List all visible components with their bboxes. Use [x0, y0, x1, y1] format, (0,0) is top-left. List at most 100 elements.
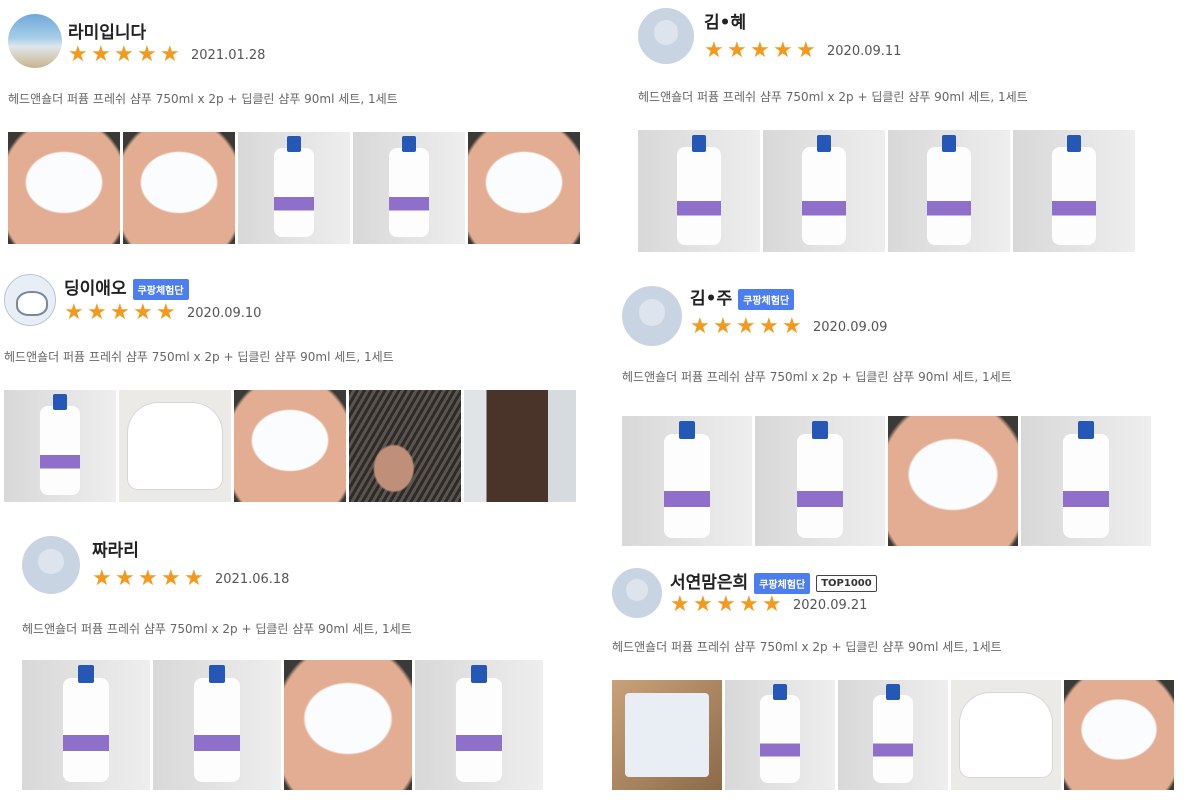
review-photo[interactable]	[464, 390, 576, 502]
review-photo[interactable]	[353, 132, 465, 244]
star-icon: ★	[91, 42, 111, 67]
star-icon: ★	[736, 314, 756, 339]
review-photo[interactable]	[838, 680, 948, 790]
review-photo[interactable]	[153, 660, 281, 790]
reviewer-name: 짜라리	[92, 541, 139, 561]
top-reviewer-badge: TOP1000	[816, 574, 877, 592]
review-photo[interactable]	[888, 130, 1010, 252]
review-photo[interactable]	[622, 416, 752, 546]
photo-strip	[638, 130, 1135, 252]
tester-badge: 쿠팡체험단	[754, 572, 811, 594]
rating-stars: ★ ★ ★ ★ ★	[64, 302, 179, 324]
avatar[interactable]	[22, 536, 80, 594]
review-photo[interactable]	[638, 130, 760, 252]
photo-strip	[4, 390, 576, 502]
reviewer-name: 라미입니다	[68, 23, 147, 43]
product-option: 헤드앤숄더 퍼퓸 프레쉬 샴푸 750ml x 2p + 딥클린 샴푸 90ml…	[8, 92, 398, 106]
review-photo[interactable]	[4, 390, 116, 502]
star-icon: ★	[762, 592, 782, 617]
star-icon: ★	[156, 300, 176, 325]
star-icon: ★	[68, 42, 88, 67]
review-photo[interactable]	[725, 680, 835, 790]
star-icon: ★	[160, 42, 180, 67]
review-photo[interactable]	[1021, 416, 1151, 546]
star-icon: ★	[64, 300, 84, 325]
star-icon: ★	[782, 314, 802, 339]
star-icon: ★	[713, 314, 733, 339]
avatar[interactable]	[638, 8, 694, 64]
reviewer-name: 딩이애오 쿠팡체험단	[64, 274, 189, 300]
review-photo[interactable]	[284, 660, 412, 790]
product-option: 헤드앤숄더 퍼퓸 프레쉬 샴푸 750ml x 2p + 딥클린 샴푸 90ml…	[612, 640, 1002, 654]
rating-stars: ★ ★ ★ ★ ★	[690, 316, 805, 338]
photo-strip	[22, 660, 543, 790]
star-icon: ★	[92, 566, 112, 591]
rating-stars: ★ ★ ★ ★ ★	[670, 594, 785, 616]
reviewer-name-text: 서연맘은희	[670, 573, 749, 593]
review-photo[interactable]	[349, 390, 461, 502]
review-photo[interactable]	[123, 132, 235, 244]
review-date: 2020.09.10	[187, 305, 262, 321]
avatar[interactable]	[622, 286, 682, 346]
photo-strip	[8, 132, 580, 244]
review-photo[interactable]	[119, 390, 231, 502]
review-photo[interactable]	[763, 130, 885, 252]
star-icon: ★	[133, 300, 153, 325]
star-icon: ★	[693, 592, 713, 617]
star-icon: ★	[739, 592, 759, 617]
avatar[interactable]	[8, 14, 62, 68]
product-option: 헤드앤숄더 퍼퓸 프레쉬 샴푸 750ml x 2p + 딥클린 샴푸 90ml…	[638, 90, 1028, 104]
product-option: 헤드앤숄더 퍼퓸 프레쉬 샴푸 750ml x 2p + 딥클린 샴푸 90ml…	[22, 622, 412, 636]
avatar[interactable]	[4, 274, 56, 326]
review-photo[interactable]	[468, 132, 580, 244]
star-icon: ★	[138, 566, 158, 591]
review-photo[interactable]	[8, 132, 120, 244]
tester-badge: 쿠팡체험단	[738, 288, 795, 310]
star-icon: ★	[750, 38, 770, 63]
star-icon: ★	[670, 592, 690, 617]
review-date: 2020.09.09	[813, 319, 888, 335]
review-photo[interactable]	[888, 416, 1018, 546]
star-icon: ★	[690, 314, 710, 339]
photo-strip	[622, 416, 1151, 546]
star-icon: ★	[773, 38, 793, 63]
review-date: 2020.09.11	[827, 43, 902, 59]
product-option: 헤드앤숄더 퍼퓸 프레쉬 샴푸 750ml x 2p + 딥클린 샴푸 90ml…	[622, 370, 1012, 384]
review-photo[interactable]	[1013, 130, 1135, 252]
star-icon: ★	[110, 300, 130, 325]
reviewer-name-text: 김•주	[690, 289, 733, 309]
rating-stars: ★ ★ ★ ★ ★	[92, 568, 207, 590]
review-photo[interactable]	[755, 416, 885, 546]
star-icon: ★	[114, 42, 134, 67]
tester-badge: 쿠팡체험단	[132, 278, 189, 300]
product-option: 헤드앤숄더 퍼퓸 프레쉬 샴푸 750ml x 2p + 딥클린 샴푸 90ml…	[4, 350, 394, 364]
star-icon: ★	[184, 566, 204, 591]
star-icon: ★	[727, 38, 747, 63]
reviewer-name: 김•혜	[704, 13, 747, 33]
review-photo[interactable]	[234, 390, 346, 502]
rating-stars: ★ ★ ★ ★ ★	[704, 40, 819, 62]
star-icon: ★	[161, 566, 181, 591]
star-icon: ★	[796, 38, 816, 63]
review-date: 2021.01.28	[191, 47, 266, 63]
reviewer-name: 서연맘은희 쿠팡체험단 TOP1000	[670, 568, 877, 594]
photo-strip	[612, 680, 1174, 790]
star-icon: ★	[704, 38, 724, 63]
star-icon: ★	[115, 566, 135, 591]
star-icon: ★	[716, 592, 736, 617]
review-photo[interactable]	[1064, 680, 1174, 790]
review-photo[interactable]	[415, 660, 543, 790]
review-photo[interactable]	[612, 680, 722, 790]
avatar[interactable]	[612, 568, 662, 618]
review-photo[interactable]	[238, 132, 350, 244]
star-icon: ★	[87, 300, 107, 325]
review-photo[interactable]	[22, 660, 150, 790]
rating-stars: ★ ★ ★ ★ ★	[68, 44, 183, 66]
review-date: 2020.09.21	[793, 597, 868, 613]
review-photo[interactable]	[951, 680, 1061, 790]
reviewer-name: 김•주 쿠팡체험단	[690, 284, 795, 310]
star-icon: ★	[137, 42, 157, 67]
reviewer-name-text: 딩이애오	[64, 279, 127, 299]
review-date: 2021.06.18	[215, 571, 290, 587]
star-icon: ★	[759, 314, 779, 339]
